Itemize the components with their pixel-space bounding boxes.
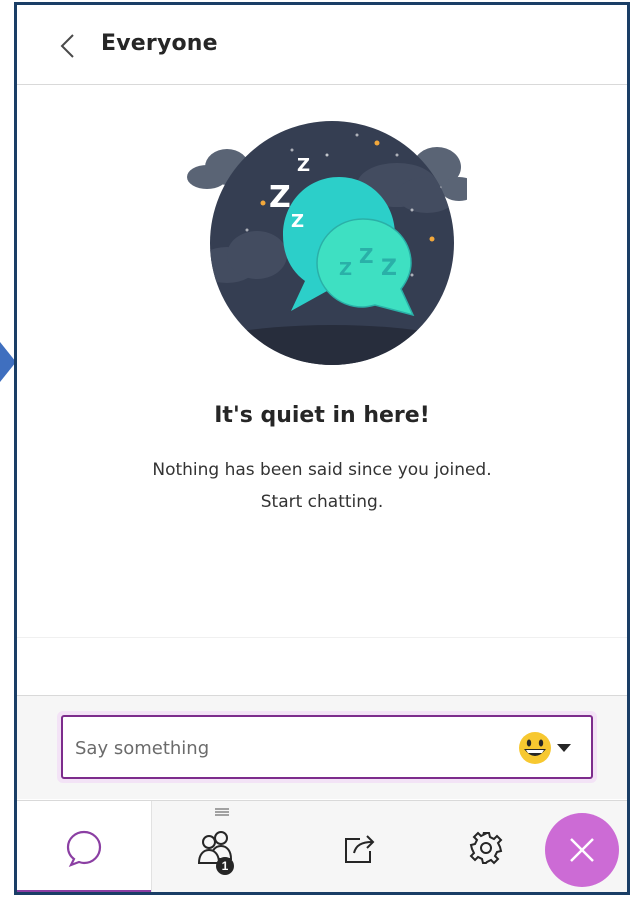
svg-text:Z: Z — [291, 211, 304, 232]
chat-bubble-icon — [66, 830, 102, 867]
message-input[interactable] — [75, 733, 495, 763]
tab-share-content[interactable] — [292, 801, 432, 892]
gear-icon — [469, 831, 503, 865]
conversation-title: Everyone — [101, 31, 218, 56]
svg-text:Z: Z — [359, 244, 374, 268]
empty-state-prompt: Start chatting. — [260, 492, 384, 512]
share-icon — [345, 835, 375, 863]
svg-text:Z: Z — [297, 155, 310, 176]
empty-state-message: Nothing has been said since you joined. — [152, 460, 492, 480]
empty-state-title: It's quiet in here! — [214, 403, 430, 428]
sleeping-chat-illustration: Z Z Z Z Z Z — [187, 121, 467, 365]
svg-text:Z: Z — [381, 256, 397, 281]
tab-attendees[interactable]: 1 — [152, 801, 292, 892]
bottom-tab-bar: 1 — [17, 800, 627, 892]
attendee-count-badge: 1 — [216, 857, 234, 875]
drag-handle-icon — [215, 808, 229, 816]
back-chevron-icon[interactable] — [57, 33, 79, 59]
active-tab-indicator — [17, 890, 151, 892]
svg-text:Z: Z — [339, 259, 352, 280]
close-panel-button[interactable] — [545, 813, 619, 887]
compose-area — [17, 695, 627, 799]
chevron-down-icon — [557, 744, 571, 752]
tab-chat[interactable] — [17, 801, 152, 892]
close-icon — [570, 838, 594, 862]
chat-panel: Everyone Z Z Z Z Z Z It's quiet in here!… — [14, 2, 630, 895]
svg-text:Z: Z — [269, 180, 291, 215]
emoji-icon — [519, 732, 551, 764]
divider — [17, 637, 627, 638]
compose-focus-ring — [57, 711, 597, 783]
chat-header: Everyone — [17, 5, 627, 85]
tab-settings[interactable] — [432, 801, 552, 892]
emoji-picker-button[interactable] — [515, 729, 585, 767]
compose-box — [61, 715, 593, 779]
